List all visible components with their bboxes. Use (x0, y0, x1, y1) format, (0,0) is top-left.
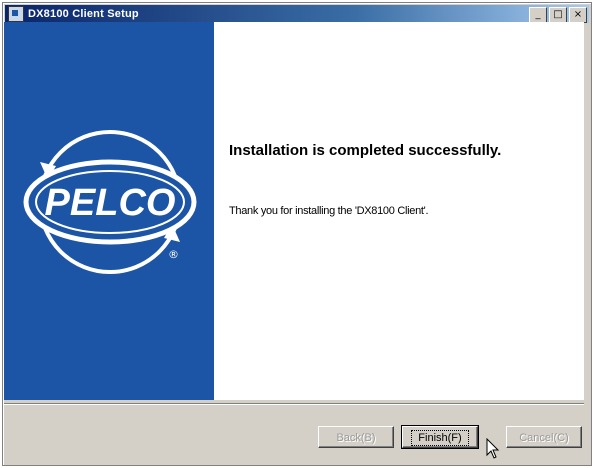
window-controls: _ □ × (529, 7, 587, 23)
mouse-pointer-icon (486, 438, 500, 459)
minimize-button[interactable]: _ (529, 7, 547, 23)
pelco-logo: PELCO ® (23, 130, 197, 274)
side-banner: PELCO ® (4, 22, 214, 400)
finish-label: Finish(F) (411, 430, 469, 446)
logo-text: PELCO (45, 182, 176, 224)
finish-button[interactable]: Finish(F) (401, 425, 479, 449)
footer-divider (4, 403, 584, 405)
close-button[interactable]: × (569, 7, 587, 23)
wizard-content: PELCO ® Installation is completed succes… (4, 22, 584, 400)
window-title: DX8100 Client Setup (28, 8, 139, 20)
setup-app-icon (8, 6, 24, 22)
completion-message: Thank you for installing the 'DX8100 Cli… (229, 205, 429, 217)
completion-heading: Installation is completed successfully. (229, 142, 502, 159)
cancel-button[interactable]: Cancel(C) (506, 426, 582, 448)
maximize-button[interactable]: □ (549, 7, 567, 23)
back-button[interactable]: Back(B) (318, 426, 394, 448)
registered-mark: ® (168, 248, 179, 261)
title-bar[interactable]: DX8100 Client Setup _ □ × (5, 5, 589, 23)
